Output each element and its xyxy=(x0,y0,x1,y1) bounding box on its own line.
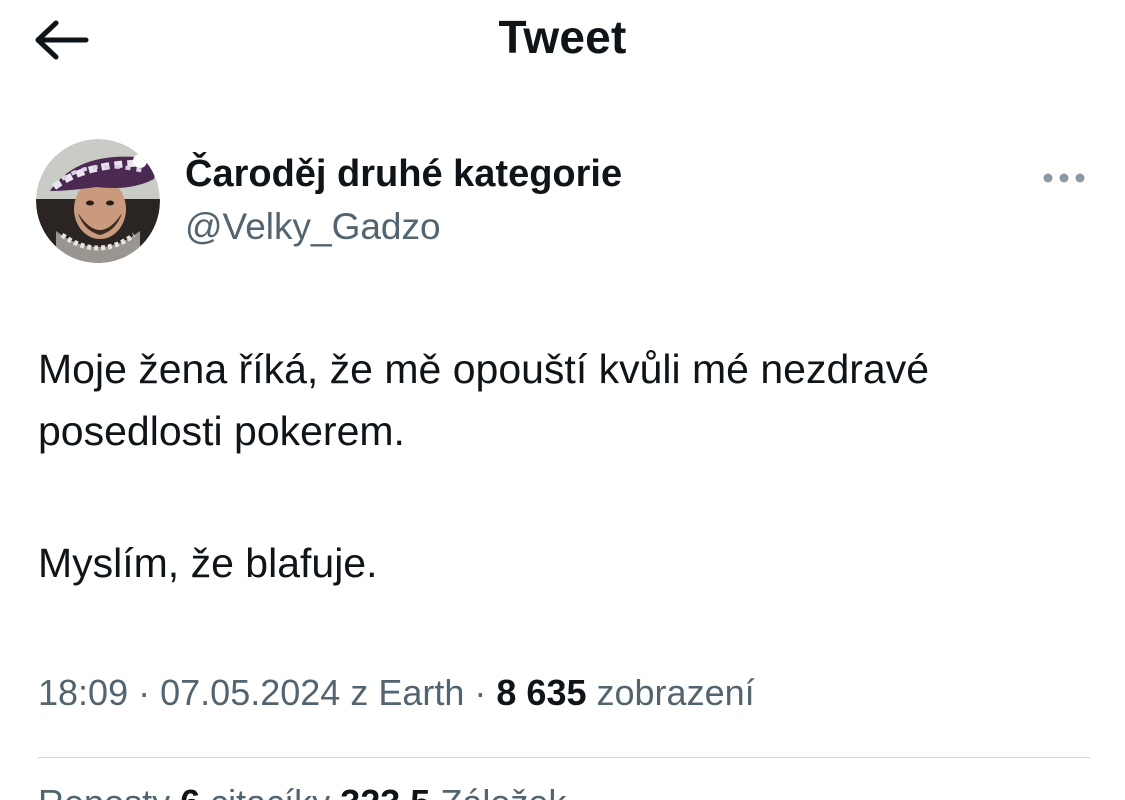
author-display-name[interactable]: Čaroděj druhé kategorie xyxy=(185,153,622,196)
tweet-text-paragraph: Moje žena říká, že mě opouští kvůli mé n… xyxy=(38,346,930,454)
more-options-button[interactable] xyxy=(1036,160,1092,196)
meta-separator: · xyxy=(138,672,151,713)
views-label: zobrazení xyxy=(596,672,755,713)
reposts-label[interactable]: Reposty xyxy=(38,782,170,800)
quotes-label[interactable]: citacíky xyxy=(210,782,330,800)
engagement-stats: Reposty 6 citacíky 323 5 Záložek xyxy=(38,782,566,800)
tweet-text-paragraph: Myslím, že blafuje. xyxy=(38,540,378,586)
author-handle[interactable]: @Velky_Gadzo xyxy=(185,206,441,248)
views-count[interactable]: 8 635 xyxy=(496,672,586,713)
likes-count[interactable]: 323 xyxy=(340,782,400,800)
more-dots-icon xyxy=(1043,173,1085,183)
top-bar: Tweet xyxy=(0,0,1125,80)
tweet-time[interactable]: 18:09 xyxy=(38,672,128,713)
meta-separator: · xyxy=(474,672,487,713)
bookmarks-label[interactable]: Záložek xyxy=(440,782,566,800)
profile-avatar-image xyxy=(36,139,160,263)
avatar[interactable] xyxy=(36,139,160,263)
tweet-text: Moje žena říká, že mě opouští kvůli mé n… xyxy=(38,338,1098,594)
quotes-count[interactable]: 6 xyxy=(180,782,200,800)
page-title: Tweet xyxy=(498,11,627,63)
tweet-date[interactable]: 07.05.2024 xyxy=(160,672,340,713)
tweet-detail-page: Tweet Čaroděj druhé kategorie @Velky_Gad… xyxy=(0,0,1125,800)
tweet-source: z Earth xyxy=(350,672,465,713)
bookmarks-count[interactable]: 5 xyxy=(410,782,430,800)
divider xyxy=(38,757,1090,758)
tweet-meta: 18:09 · 07.05.2024 z Earth · 8 635 zobra… xyxy=(38,672,755,714)
